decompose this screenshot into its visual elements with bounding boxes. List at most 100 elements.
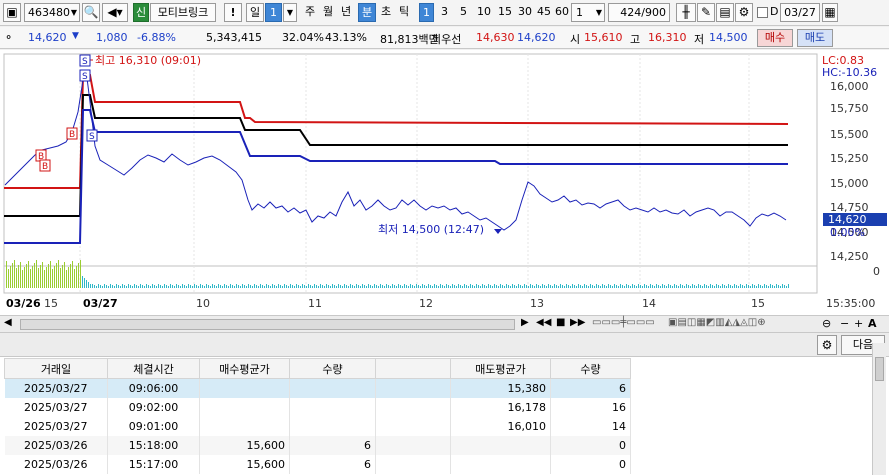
volume-bar [510,286,511,288]
interval-30[interactable]: 30 [516,3,534,22]
scroll-thumb[interactable] [20,319,515,330]
volume-bar [626,284,627,288]
table-row[interactable]: 2025/03/26 15:17:00 15,600 6 0 [4,454,631,474]
volume-bar [14,260,15,288]
forward-icon[interactable]: ▶▶ [570,317,585,328]
buy-button[interactable]: 매수 [757,29,793,47]
volume-bar [632,284,633,288]
volume-bar [132,286,133,288]
volume-bar [24,267,25,288]
scroll-right-icon[interactable]: ▶ [521,317,529,328]
volume-bar [536,284,537,288]
volume-bar [246,286,247,288]
price-chart[interactable]: 최고 16,310 (09:01) 최저 14,500 (12:47) S S … [0,50,889,315]
volume-bar [550,285,551,288]
interval-10[interactable]: 10 [475,3,493,22]
settings-icon[interactable]: ⚙ [735,3,753,22]
chart-scrollbar[interactable]: ◀ ▶ ◀◀ ■ ▶▶ ▭▭▭╪▭▭▭ ▣▤◫▦◩▥◭◮◬◫⊕ ⊖ − + A [0,315,889,333]
period-second-button[interactable]: 초 [378,3,394,22]
window-icon[interactable]: ▣ [3,3,21,22]
interval-15[interactable]: 15 [496,3,514,22]
period-week-button[interactable]: 주 [302,3,318,22]
volume-bar [336,286,337,288]
volume-bar [312,286,313,288]
col-header [375,358,451,379]
period-month-button[interactable]: 월 [320,3,336,22]
font-icon[interactable]: A [868,317,877,330]
rewind-icon[interactable]: ◀◀ [536,317,551,328]
speaker-icon[interactable]: ◀▾ [102,3,128,22]
x-label: 03/26 [6,297,41,310]
sell-button[interactable]: 매도 [797,29,833,47]
volume-bar [214,285,215,288]
volume-bar [662,284,663,288]
volume-bar [758,284,759,288]
tool-icons[interactable]: ▣▤◫▦◩▥◭◮◬◫⊕ [668,317,766,328]
volume-bar [726,286,727,288]
volume-bar [156,286,157,288]
interval-60[interactable]: 60 [553,3,571,22]
search-icon[interactable]: 🔍 [82,3,100,22]
volume-bar [406,285,407,288]
period-day-button[interactable]: 일 [246,3,264,22]
table-scrollbar[interactable] [872,343,886,475]
interval-5[interactable]: 5 [456,3,471,22]
table-row[interactable]: 2025/03/27 09:02:00 16,178 16 [4,397,631,417]
volume-bar [598,285,599,288]
volume-bar [714,286,715,288]
period-dropdown-icon[interactable]: ▼ [283,3,297,22]
zoom-slider[interactable]: ▭▭▭╪▭▭▭ [592,317,655,328]
interval-45[interactable]: 45 [535,3,553,22]
volume-bar [260,284,261,288]
zoom-icon[interactable]: ⊖ [822,317,831,330]
volume-bar [102,286,103,288]
volume-bar [338,284,339,288]
volume-bar [286,285,287,288]
period-minute-button[interactable]: 분 [358,3,376,22]
stock-name[interactable]: 모티브링크 [150,3,216,22]
table-scroll-thumb[interactable] [875,357,884,381]
settings-gear-icon[interactable]: ⚙ [817,335,837,355]
table-row[interactable]: 2025/03/27 09:01:00 16,010 14 [4,416,631,436]
period-tick-button[interactable]: 틱 [396,3,412,22]
volume-bar [524,284,525,288]
count-select-value: 1 [576,6,583,19]
volume-bar [730,285,731,288]
volume-bar [296,284,297,288]
stop-icon[interactable]: ■ [556,317,565,328]
table-row[interactable]: 2025/03/26 15:18:00 15,600 6 0 [4,435,631,455]
period-year-button[interactable]: 년 [338,3,354,22]
calendar-icon[interactable]: ▦ [822,3,838,22]
volume-bar [304,285,305,288]
date-field[interactable]: 03/27 [780,3,820,22]
interval-1[interactable]: 1 [419,3,434,22]
sell-marker-label: S [82,57,88,67]
price-tag: 14,620 [828,213,867,226]
volume-bar [392,284,393,288]
alert-button[interactable]: ! [224,3,242,22]
x-axis: 03/26 15 03/27 10 11 12 13 14 15 15:35:0… [6,297,875,310]
stock-code-field[interactable]: 463480 ▼ [24,3,80,22]
interval-3[interactable]: 3 [437,3,452,22]
candle-icon[interactable]: ╫ [676,3,696,22]
count-select[interactable]: 1 ▼ [571,3,605,22]
volume-bar [276,286,277,288]
period-day-count[interactable]: 1 [265,3,282,22]
count-display[interactable]: 424/900 [608,3,670,22]
table-row[interactable]: 2025/03/27 09:06:00 15,380 6 [4,378,631,398]
plus-icon[interactable]: + [854,317,863,330]
volume-bar [424,285,425,288]
volume-bar [164,284,165,288]
tools-icon[interactable]: ✎ [697,3,715,22]
save-icon[interactable]: ▤ [716,3,734,22]
volume-bar [490,285,491,288]
volume-bar [462,286,463,288]
volume-bar [594,286,595,288]
volume-bar [692,284,693,288]
volume-bar [316,285,317,288]
scroll-left-icon[interactable]: ◀ [4,317,12,328]
volume-bar [372,286,373,288]
volume-bar [220,285,221,288]
minus-icon[interactable]: − [840,317,849,330]
date-checkbox[interactable] [757,7,768,18]
